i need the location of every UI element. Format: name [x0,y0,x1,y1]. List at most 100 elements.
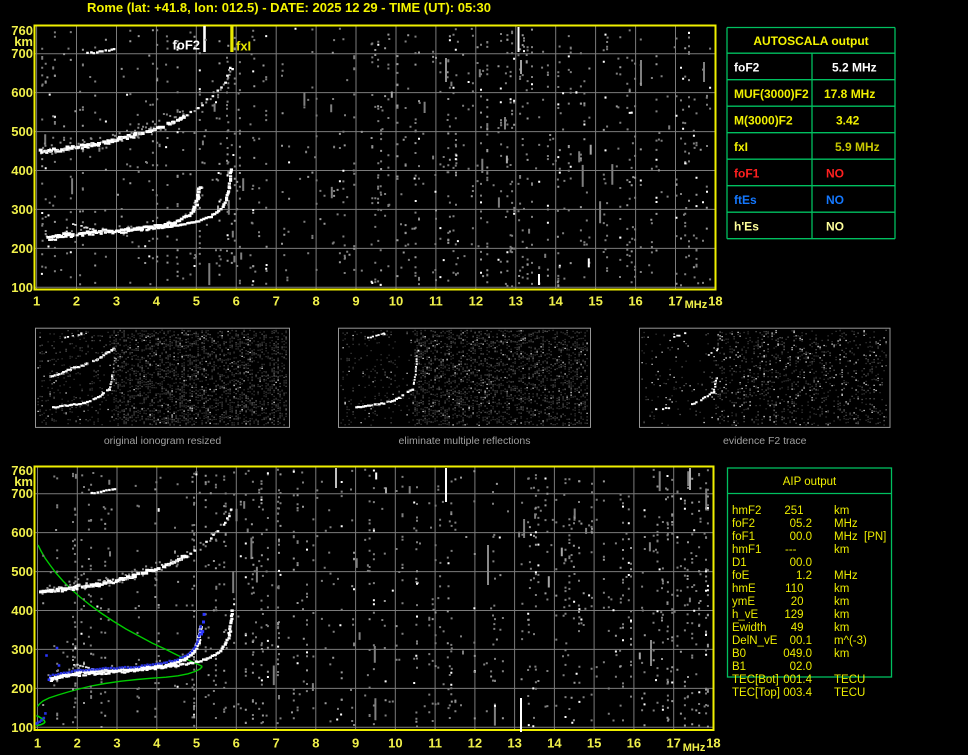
svg-text:MHz: MHz [683,742,706,754]
svg-text:9: 9 [352,294,359,309]
svg-text:NO: NO [826,193,844,207]
svg-text:fxI: fxI [734,140,748,154]
svg-text:---: --- [785,544,797,556]
svg-text:13: 13 [507,736,521,751]
svg-text:4: 4 [153,294,161,309]
svg-text:100: 100 [11,280,33,295]
svg-text:18: 18 [708,294,722,309]
svg-text:4: 4 [153,736,161,751]
svg-text:foF2: foF2 [734,60,760,74]
svg-text:251: 251 [784,505,803,517]
svg-text:100: 100 [11,720,33,735]
svg-text:10: 10 [388,736,402,751]
svg-text:14: 14 [547,736,562,751]
svg-text:km: km [834,505,849,517]
svg-text:10: 10 [389,294,403,309]
svg-text:6: 6 [233,736,240,751]
svg-text:200: 200 [11,681,33,696]
svg-text:1: 1 [34,736,41,751]
svg-text:12: 12 [468,736,482,751]
svg-text:8: 8 [312,736,319,751]
svg-text:D1: D1 [732,557,747,569]
svg-text:2: 2 [74,736,81,751]
svg-text:original ionogram resized: original ionogram resized [104,435,221,447]
svg-text:km: km [14,474,33,489]
svg-text:foF1: foF1 [732,531,755,543]
svg-text:7: 7 [273,294,280,309]
svg-text:5: 5 [193,294,200,309]
svg-text:TECU: TECU [834,687,865,699]
svg-text:3: 3 [113,294,120,309]
svg-text:hmF1: hmF1 [732,544,761,556]
svg-text:km: km [834,544,849,556]
svg-text:DelN_vE: DelN_vE [732,635,778,647]
svg-text:11: 11 [429,294,443,309]
svg-text:AIP output: AIP output [783,476,837,488]
svg-text:fxI: fxI [236,39,251,54]
svg-text:5.2 MHz: 5.2 MHz [832,60,877,74]
svg-text:16: 16 [627,736,641,751]
svg-text:NO: NO [826,219,844,233]
svg-text:02.0: 02.0 [790,661,812,673]
svg-text:m^(-3): m^(-3) [834,635,867,647]
svg-text:6: 6 [233,294,240,309]
svg-text:MHz: MHz [685,299,708,311]
svg-text:h_vE: h_vE [732,609,759,621]
svg-text:600: 600 [11,525,33,540]
svg-text:05.2: 05.2 [790,518,812,530]
svg-text:1: 1 [33,294,40,309]
svg-text:110: 110 [785,583,803,595]
svg-text:7: 7 [272,736,279,751]
svg-text:600: 600 [11,85,33,100]
svg-text:Ewidth: Ewidth [732,622,767,634]
svg-text:16: 16 [628,294,642,309]
svg-text:TEC[Bot]: TEC[Bot] [732,674,779,686]
svg-text:hmE: hmE [732,583,756,595]
svg-text:B0: B0 [732,648,746,660]
svg-text:foF2: foF2 [732,518,755,530]
svg-text:h'Es: h'Es [734,219,759,233]
svg-text:5: 5 [193,736,200,751]
svg-text:9: 9 [352,736,359,751]
svg-text:M(3000)F2: M(3000)F2 [734,113,793,127]
svg-text:eliminate multiple reflections: eliminate multiple reflections [399,435,531,447]
svg-text:MHz: MHz [834,570,858,582]
svg-text:20: 20 [791,596,804,608]
svg-text:300: 300 [11,202,33,217]
svg-text:km: km [834,648,849,660]
svg-text:ftEs: ftEs [734,193,757,207]
svg-text:18: 18 [706,736,720,751]
svg-text:17: 17 [666,736,680,751]
svg-text:8: 8 [312,294,319,309]
svg-text:foF1: foF1 [734,166,760,180]
svg-text:300: 300 [11,642,33,657]
svg-text:5.9 MHz: 5.9 MHz [835,140,880,154]
svg-text:12: 12 [469,294,483,309]
svg-text:001.4: 001.4 [783,674,812,686]
svg-text:2: 2 [73,294,80,309]
svg-text:km: km [834,622,849,634]
svg-text:evidence F2 trace: evidence F2 trace [723,435,807,447]
svg-text:003.4: 003.4 [783,687,812,699]
svg-text:400: 400 [11,603,33,618]
svg-text:1.2: 1.2 [796,570,812,582]
svg-text:00.0: 00.0 [790,531,812,543]
svg-text:[PN]: [PN] [864,531,886,543]
svg-text:500: 500 [11,124,33,139]
svg-text:200: 200 [11,241,33,256]
svg-text:400: 400 [11,163,33,178]
svg-text:49: 49 [791,622,804,634]
svg-text:17: 17 [668,294,682,309]
svg-text:500: 500 [11,564,33,579]
svg-text:3: 3 [113,736,120,751]
svg-text:B1: B1 [732,661,746,673]
svg-text:NO: NO [826,166,844,180]
svg-text:14: 14 [548,294,563,309]
svg-text:hmF2: hmF2 [732,505,761,517]
svg-text:AUTOSCALA output: AUTOSCALA output [753,34,868,48]
svg-text:3.42: 3.42 [836,113,860,127]
svg-text:km: km [834,609,849,621]
svg-text:15: 15 [587,736,601,751]
svg-text:00.1: 00.1 [790,635,812,647]
svg-text:km: km [14,34,33,49]
